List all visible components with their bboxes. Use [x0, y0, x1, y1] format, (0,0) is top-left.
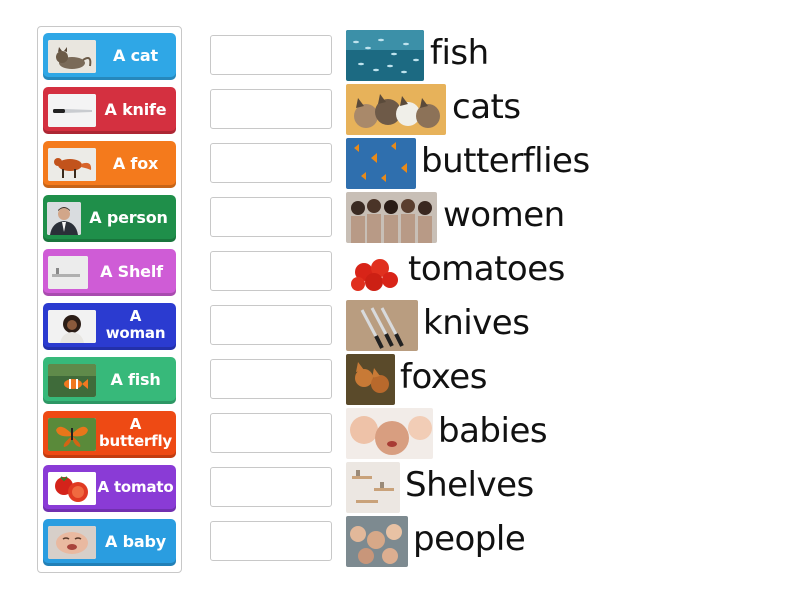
- tile-a-knife[interactable]: A knife: [43, 87, 176, 134]
- tile-a-baby[interactable]: A baby: [43, 519, 176, 566]
- tile-a-butterfly[interactable]: A butterfly: [43, 411, 176, 458]
- tile-a-shelf[interactable]: A Shelf: [43, 249, 176, 296]
- target-word: butterflies: [421, 141, 590, 181]
- drop-slot-cats[interactable]: [210, 89, 332, 129]
- tile-label: A woman: [105, 307, 166, 342]
- target-word: women: [443, 195, 565, 235]
- tile-label: A baby: [105, 531, 166, 551]
- women-photo-icon: [346, 192, 437, 243]
- foxes-photo-icon: [346, 354, 395, 405]
- fish-photo-icon: [48, 364, 96, 397]
- target-word: cats: [452, 87, 521, 127]
- knives-photo-icon: [346, 300, 418, 351]
- target-word: Shelves: [405, 465, 534, 505]
- woman-photo-icon: [48, 310, 96, 343]
- tile-label: A fox: [112, 153, 159, 173]
- drop-slot-babies[interactable]: [210, 413, 332, 453]
- tile-label: A knife: [104, 99, 167, 119]
- butterfly-photo-icon: [48, 418, 96, 451]
- tile-label: A cat: [113, 45, 158, 65]
- target-word: foxes: [400, 357, 487, 397]
- tomato-photo-icon: [48, 472, 96, 505]
- people-photo-icon: [346, 516, 408, 567]
- target-word: knives: [423, 303, 530, 343]
- drop-slot-foxes[interactable]: [210, 359, 332, 399]
- tile-a-cat[interactable]: A cat: [43, 33, 176, 80]
- baby-photo-icon: [48, 526, 96, 559]
- cats-photo-icon: [346, 84, 446, 135]
- tile-a-fish[interactable]: A fish: [43, 357, 176, 404]
- drop-slot-women[interactable]: [210, 197, 332, 237]
- target-word: tomatoes: [408, 249, 565, 289]
- tile-label: A Shelf: [100, 261, 163, 281]
- tile-label: A tomato: [97, 477, 174, 496]
- cat-photo-icon: [48, 40, 96, 73]
- drop-slot-butterflies[interactable]: [210, 143, 332, 183]
- knife-photo-icon: [48, 94, 96, 127]
- tile-a-person[interactable]: A person: [43, 195, 176, 242]
- tile-a-fox[interactable]: A fox: [43, 141, 176, 188]
- drop-slot-knives[interactable]: [210, 305, 332, 345]
- target-word: babies: [438, 411, 548, 451]
- drop-slot-shelves[interactable]: [210, 467, 332, 507]
- babies-photo-icon: [346, 408, 433, 459]
- shelf-photo-icon: [48, 256, 88, 289]
- tile-a-tomato[interactable]: A tomato: [43, 465, 176, 512]
- fish-school-photo-icon: [346, 30, 424, 81]
- tile-label: A person: [89, 207, 168, 227]
- fox-photo-icon: [48, 148, 96, 181]
- tile-label: A butterfly: [99, 415, 172, 450]
- tile-label: A fish: [110, 369, 161, 389]
- butterflies-photo-icon: [346, 138, 416, 189]
- drop-slot-people[interactable]: [210, 521, 332, 561]
- tomatoes-photo-icon: [346, 246, 403, 297]
- person-photo-icon: [47, 202, 81, 235]
- shelves-photo-icon: [346, 462, 400, 513]
- drop-slot-fish[interactable]: [210, 35, 332, 75]
- target-word: fish: [430, 33, 489, 73]
- drop-slot-tomatoes[interactable]: [210, 251, 332, 291]
- target-word: people: [413, 519, 526, 559]
- tile-a-woman[interactable]: A woman: [43, 303, 176, 350]
